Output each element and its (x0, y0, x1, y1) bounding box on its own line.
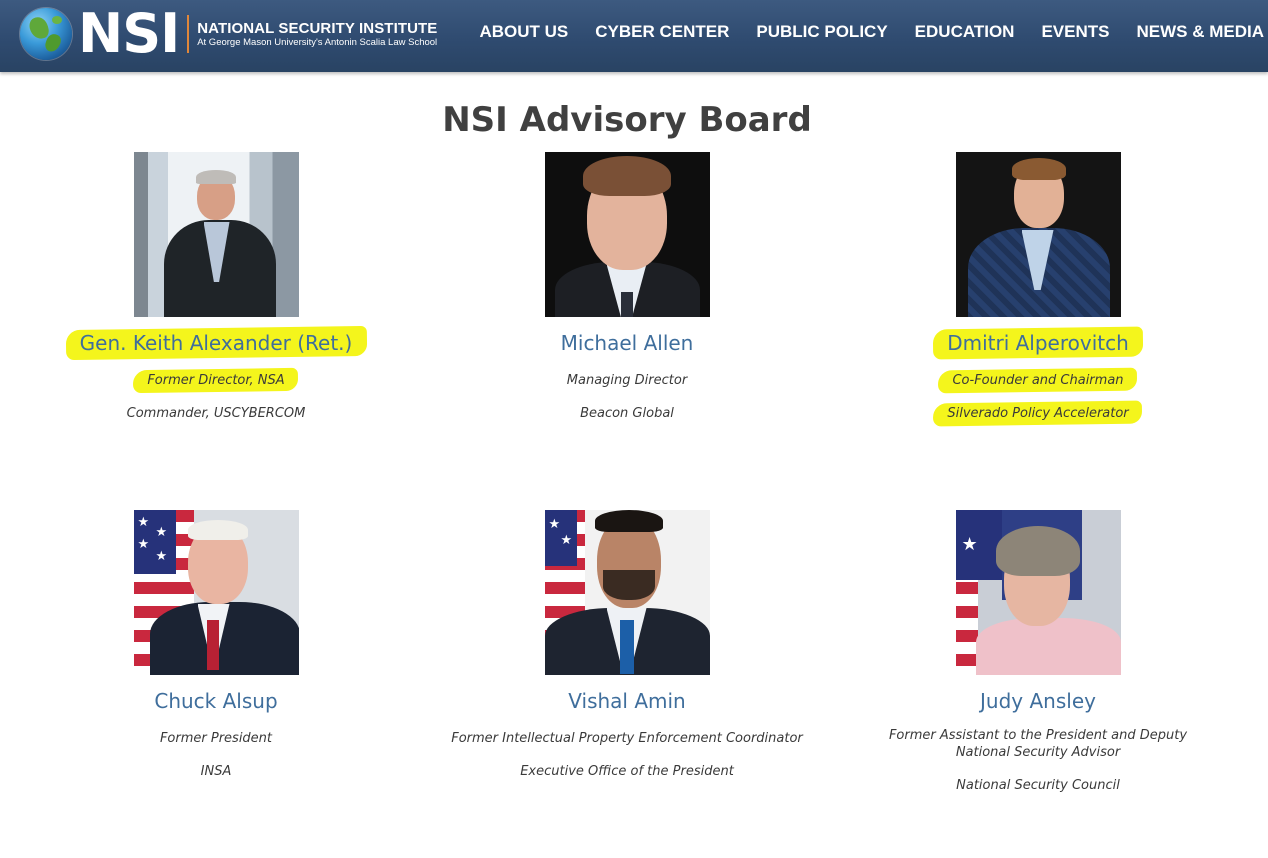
member-photo[interactable] (544, 152, 710, 317)
member-card-alperovitch: Dmitri Alperovitch Co-Founder and Chairm… (848, 152, 1228, 422)
member-card-alsup: ★ ★ ★ ★ Chuck Alsup Former President INS… (26, 510, 406, 780)
page-title: NSI Advisory Board (442, 100, 812, 140)
member-name[interactable]: Dmitri Alperovitch (947, 331, 1129, 355)
nav-education[interactable]: EDUCATION (915, 22, 1015, 42)
member-role: Former Assistant to the President and De… (888, 728, 1188, 760)
member-org: Commander, USCYBERCOM (126, 406, 306, 421)
site-header: NSI NATIONAL SECURITY INSTITUTE At Georg… (0, 0, 1268, 72)
member-photo[interactable]: ★ ★ (544, 510, 710, 675)
logo-tagline: NATIONAL SECURITY INSTITUTE At George Ma… (197, 20, 437, 48)
nav-events[interactable]: EVENTS (1041, 22, 1109, 42)
member-org: National Security Council (956, 778, 1120, 793)
member-role: Managing Director (566, 373, 688, 388)
member-photo[interactable]: ★ (955, 510, 1121, 675)
member-name[interactable]: Gen. Keith Alexander (Ret.) (80, 331, 353, 355)
member-org: Executive Office of the President (520, 764, 734, 779)
member-name[interactable]: Judy Ansley (980, 689, 1096, 713)
member-name[interactable]: Michael Allen (561, 331, 694, 355)
member-role: Former President (159, 731, 273, 746)
member-card-ansley: ★ Judy Ansley Former Assistant to the Pr… (848, 510, 1228, 794)
member-photo[interactable] (133, 152, 299, 317)
logo-divider (187, 15, 190, 53)
member-photo[interactable]: ★ ★ ★ ★ (133, 510, 299, 675)
logo-wordmark: NSI (78, 2, 180, 65)
nav-news-media[interactable]: NEWS & MEDIA (1137, 22, 1265, 42)
logo-line2: At George Mason University's Antonin Sca… (197, 37, 438, 48)
member-card-amin: ★ ★ Vishal Amin Former Intellectual Prop… (437, 510, 817, 780)
main-nav: ABOUT US CYBER CENTER PUBLIC POLICY EDUC… (479, 0, 1268, 64)
member-role: Former Intellectual Property Enforcement… (451, 731, 803, 746)
logo-line1: NATIONAL SECURITY INSTITUTE (197, 20, 438, 37)
nav-about-us[interactable]: ABOUT US (479, 22, 568, 42)
member-org: Silverado Policy Accelerator (947, 406, 1129, 421)
nav-cyber-center[interactable]: CYBER CENTER (595, 22, 729, 42)
nav-public-policy[interactable]: PUBLIC POLICY (756, 22, 887, 42)
member-name[interactable]: Vishal Amin (568, 689, 685, 713)
member-role: Co-Founder and Chairman (952, 373, 1124, 388)
member-card-alexander: Gen. Keith Alexander (Ret.) Former Direc… (26, 152, 406, 422)
member-org: INSA (200, 764, 232, 779)
member-card-allen: Michael Allen Managing Director Beacon G… (437, 152, 817, 422)
globe-icon (20, 8, 72, 60)
member-role: Former Director, NSA (147, 373, 285, 388)
member-org: Beacon Global (580, 406, 674, 421)
member-name[interactable]: Chuck Alsup (154, 689, 277, 713)
site-logo[interactable]: NSI NATIONAL SECURITY INSTITUTE At Georg… (20, 6, 437, 62)
member-photo[interactable] (955, 152, 1121, 317)
